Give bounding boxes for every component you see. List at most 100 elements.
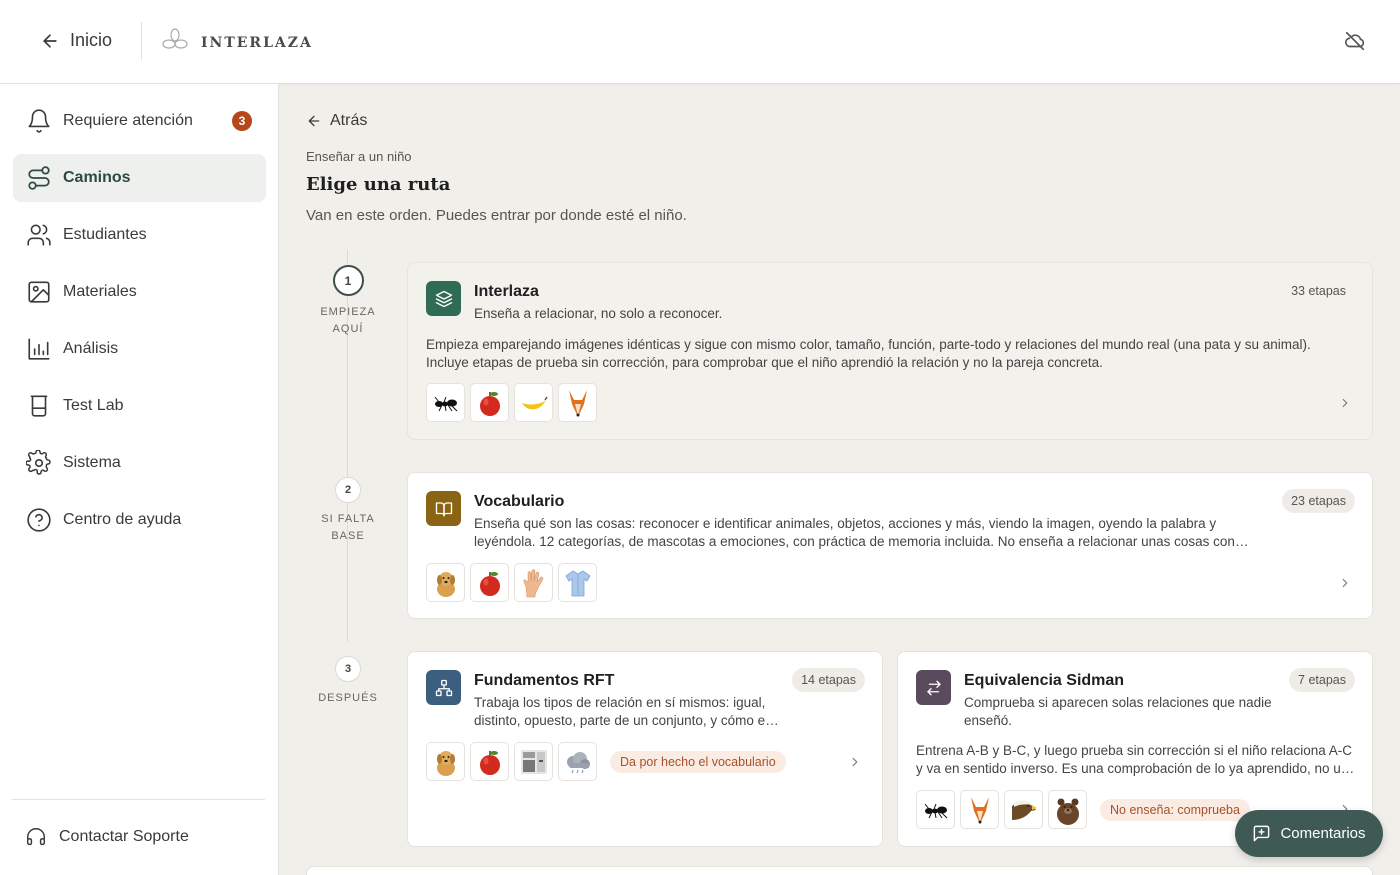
feedback-label: Comentarios bbox=[1280, 825, 1366, 842]
step-label-line: DESPUÉS bbox=[318, 692, 378, 704]
support-label: Contactar Soporte bbox=[59, 828, 189, 845]
shirt-thumbnail bbox=[558, 563, 597, 602]
sidebar-item-label: Caminos bbox=[63, 169, 131, 186]
stage-count: 23 etapas bbox=[1282, 489, 1355, 513]
cloud-thumbnail bbox=[558, 742, 597, 781]
bell-icon bbox=[28, 109, 50, 133]
layers-icon bbox=[435, 290, 452, 307]
path-description: Entrena A-B y B-C, y luego prueba sin co… bbox=[916, 743, 1356, 776]
network-icon bbox=[435, 679, 452, 696]
sidebar-item-label: Test Lab bbox=[63, 397, 124, 414]
brand-name: INTERLAZA bbox=[201, 35, 313, 51]
path-title: Equivalencia Sidman bbox=[964, 672, 1125, 689]
headset-icon bbox=[27, 828, 45, 846]
sidebar-item-analisis[interactable]: Análisis bbox=[13, 325, 266, 373]
bear-thumbnail bbox=[1048, 790, 1087, 829]
sidebar-item-caminos[interactable]: Caminos bbox=[13, 154, 266, 202]
thumbnail-row: Da por hecho el vocabulario bbox=[426, 742, 786, 781]
sidebar-item-label: Estudiantes bbox=[63, 226, 147, 243]
sidebar-item-label: Materiales bbox=[63, 283, 137, 300]
dog-thumbnail bbox=[426, 563, 465, 602]
sidebar-item-label: Requiere atención bbox=[63, 112, 193, 129]
cloud-off-icon[interactable] bbox=[1344, 30, 1366, 52]
path-title: Interlaza bbox=[474, 283, 539, 300]
fox-thumbnail bbox=[558, 383, 597, 422]
path-icon bbox=[426, 281, 461, 316]
fox-thumbnail bbox=[960, 790, 999, 829]
brand: INTERLAZA bbox=[161, 28, 313, 52]
sidebar-item-label: Sistema bbox=[63, 454, 121, 471]
sidebar-item-label: Centro de ayuda bbox=[63, 511, 182, 528]
apple-thumbnail bbox=[470, 383, 509, 422]
apple-thumbnail bbox=[470, 563, 509, 602]
path-card-vocabulario[interactable]: Vocabulario Enseña qué son las cosas: re… bbox=[407, 472, 1373, 619]
path-title: Fundamentos RFT bbox=[474, 672, 615, 689]
sidebar-item-sistema[interactable]: Sistema bbox=[13, 439, 266, 487]
header-divider bbox=[141, 22, 142, 60]
sidebar: Requiere atención 3 Caminos Estudiantes … bbox=[0, 84, 279, 875]
step-label: SI FALTA BASE bbox=[308, 511, 388, 545]
path-tagline: Enseña qué son las cosas: reconocer e id… bbox=[474, 516, 1235, 549]
image-icon bbox=[28, 281, 50, 303]
thumbnail-row: No enseña: comprueba bbox=[916, 790, 1250, 829]
home-back-link[interactable]: Inicio bbox=[40, 30, 112, 51]
chevron-right-icon bbox=[852, 757, 858, 767]
apple-thumbnail bbox=[470, 742, 509, 781]
step-number: 3 bbox=[335, 656, 361, 682]
chevron-right-icon bbox=[1342, 398, 1348, 408]
swap-arrows-icon bbox=[926, 680, 941, 695]
path-tagline: Comprueba si aparecen solas relaciones q… bbox=[964, 695, 1272, 728]
arrow-left-icon bbox=[308, 115, 320, 127]
step-label-line: EMPIEZA bbox=[320, 306, 376, 318]
stage-count: 14 etapas bbox=[792, 668, 865, 692]
banana-thumbnail bbox=[514, 383, 553, 422]
message-plus-icon bbox=[1254, 825, 1270, 842]
path-description: Empieza emparejando imágenes idénticas y… bbox=[426, 337, 1311, 370]
step-number: 1 bbox=[332, 265, 364, 296]
path-tagline: Enseña a relacionar, no solo a reconocer… bbox=[474, 306, 723, 321]
path-icon bbox=[426, 670, 461, 705]
hand-thumbnail bbox=[514, 563, 553, 602]
bar-chart-icon bbox=[28, 338, 50, 360]
thumbnail-row bbox=[426, 563, 597, 602]
thumbnail-row bbox=[426, 383, 597, 422]
path-icon bbox=[426, 491, 461, 526]
top-bar: Inicio INTERLAZA bbox=[0, 0, 1400, 84]
book-open-icon bbox=[435, 501, 452, 516]
sidebar-item-centro-de-ayuda[interactable]: Centro de ayuda bbox=[13, 496, 266, 544]
kitchen-thumbnail bbox=[514, 742, 553, 781]
step-label: DESPUÉS bbox=[308, 690, 388, 707]
route-icon bbox=[28, 166, 50, 190]
path-card-interlaza[interactable]: Interlaza Enseña a relacionar, no solo a… bbox=[407, 262, 1373, 440]
brand-logo-icon bbox=[162, 28, 188, 49]
chevron-right-icon bbox=[1342, 578, 1348, 588]
contact-support-link[interactable]: Contactar Soporte bbox=[25, 826, 189, 848]
sidebar-item-materiales[interactable]: Materiales bbox=[13, 268, 266, 316]
scope-note-badge: No enseña: comprueba bbox=[1100, 798, 1250, 821]
step-label: EMPIEZA AQUÍ bbox=[308, 304, 388, 338]
path-card-fundamentos-rft[interactable]: Fundamentos RFT Trabaja los tipos de rel… bbox=[407, 651, 883, 847]
attention-count-badge: 3 bbox=[232, 111, 252, 131]
gear-icon bbox=[26, 450, 51, 475]
step-label-line: AQUÍ bbox=[332, 323, 364, 335]
ant-thumbnail bbox=[426, 383, 465, 422]
dog-thumbnail bbox=[426, 742, 465, 781]
back-link[interactable]: Atrás bbox=[306, 112, 367, 130]
sidebar-divider bbox=[12, 799, 265, 800]
stage-count: 33 etapas bbox=[1291, 284, 1346, 298]
feedback-button[interactable]: Comentarios bbox=[1235, 810, 1383, 857]
path-icon bbox=[916, 670, 951, 705]
sidebar-item-estudiantes[interactable]: Estudiantes bbox=[13, 211, 266, 259]
eagle-thumbnail bbox=[1004, 790, 1043, 829]
page-subtitle: Van en este orden. Puedes entrar por don… bbox=[306, 207, 687, 224]
help-circle-icon bbox=[27, 508, 51, 532]
prerequisite-note-badge: Da por hecho el vocabulario bbox=[610, 750, 786, 773]
sidebar-item-test-lab[interactable]: Test Lab bbox=[13, 382, 266, 430]
step-number: 2 bbox=[335, 477, 361, 503]
ant-thumbnail bbox=[916, 790, 955, 829]
breadcrumb: Enseñar a un niño bbox=[306, 149, 412, 164]
beaker-icon bbox=[30, 395, 48, 417]
step-label-line: SI FALTA bbox=[321, 513, 375, 525]
sidebar-item-requiere-atencion[interactable]: Requiere atención 3 bbox=[13, 97, 266, 145]
back-link-label: Atrás bbox=[330, 112, 368, 129]
